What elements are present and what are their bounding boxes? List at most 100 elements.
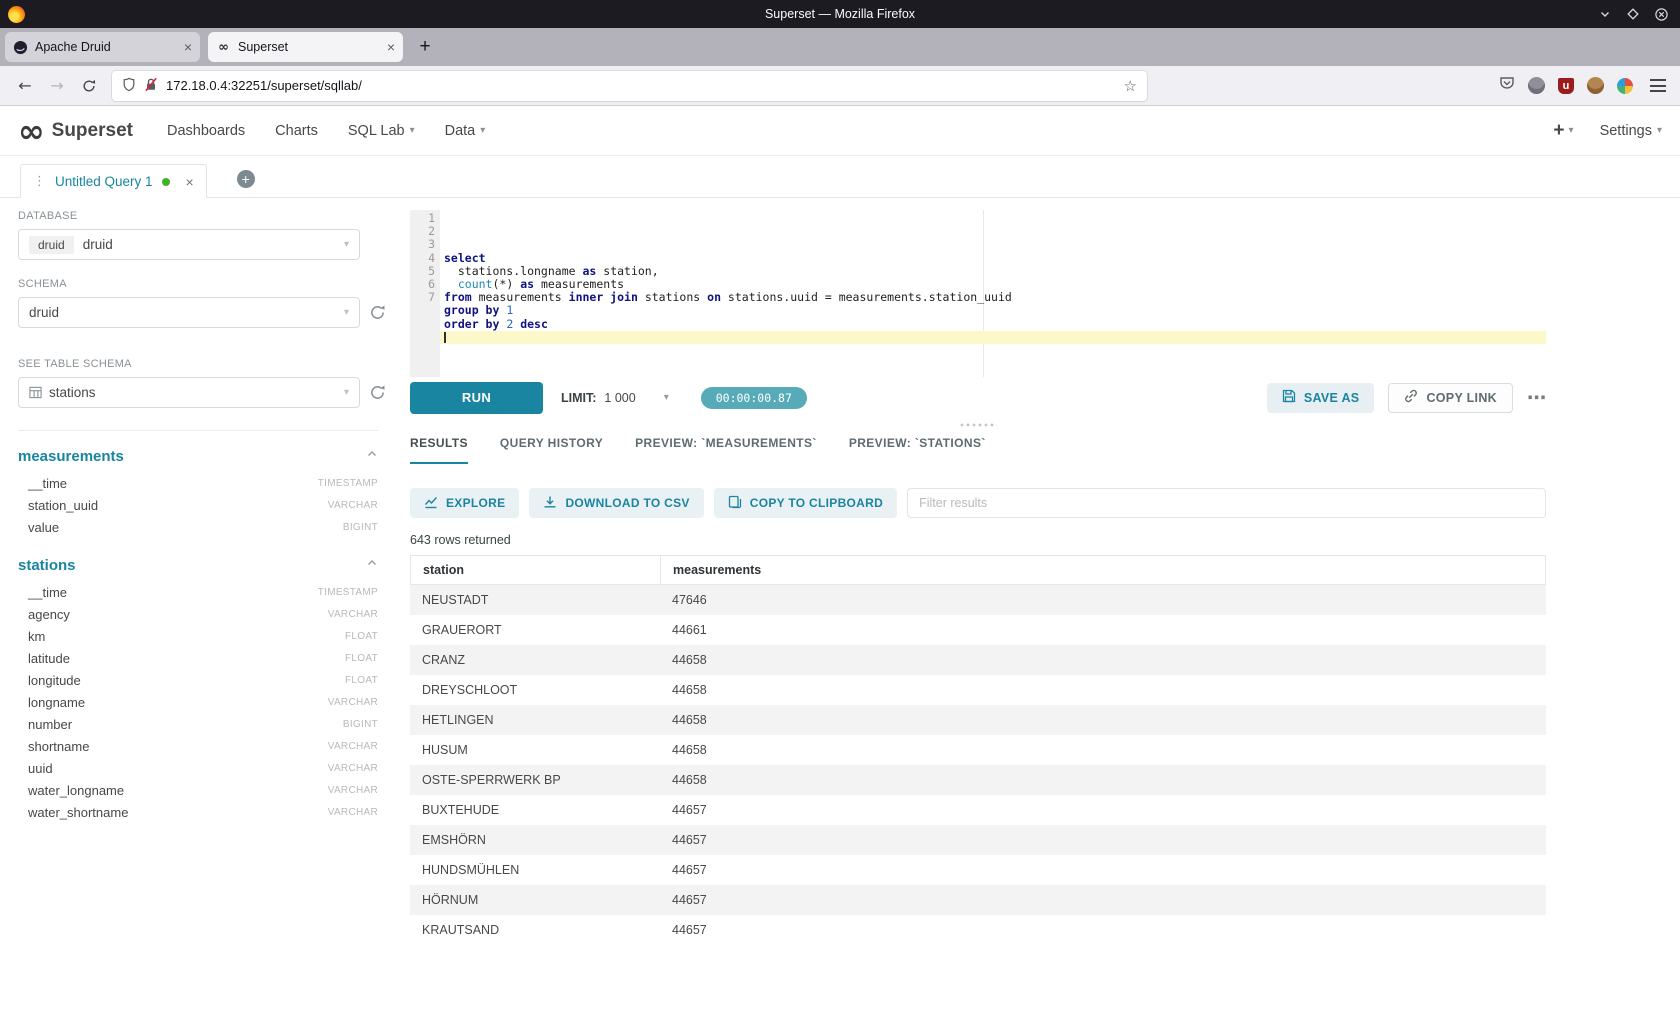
copy-link-button[interactable]: COPY LINK [1388,383,1513,413]
refresh-schema-icon[interactable] [369,304,386,321]
limit-value[interactable]: 1 000 [604,391,635,405]
explore-button[interactable]: EXPLORE [410,488,519,518]
results-tab[interactable]: PREVIEW: `MEASUREMENTS` [635,436,817,464]
table-select[interactable]: stations ▾ [18,377,360,408]
column-header[interactable]: measurements [661,556,1545,584]
brand-name[interactable]: Superset [52,120,133,142]
results-tab[interactable]: RESULTS [410,436,468,464]
table-row[interactable]: HETLINGEN44658 [410,705,1546,735]
query-timer-badge: 00:00:00.87 [701,387,807,409]
results-body: NEUSTADT47646GRAUERORT44661CRANZ44658DRE… [410,585,1546,937]
account-avatar-icon[interactable] [1528,77,1545,94]
sqllab-sidebar: DATABASE druid druid ▾ SCHEMA druid ▾ SE… [18,198,388,1012]
close-tab-icon[interactable]: × [186,174,194,190]
nav-charts[interactable]: Charts [275,123,318,139]
editor-code[interactable]: select stations.longname as station, cou… [440,210,1546,377]
chevron-down-icon[interactable]: ▾ [664,392,669,403]
database-select[interactable]: druid druid ▾ [18,229,360,260]
table-cell: HÖRNUM [410,893,660,907]
tab-close-icon[interactable]: × [387,40,395,54]
code-line[interactable]: group by 1 [444,304,1546,317]
ublock-extension-icon[interactable]: u [1558,78,1574,94]
editor-toolbar: RUN LIMIT: 1 000 ▾ 00:00:00.87 SAVE AS C… [410,381,1546,414]
window-minimize-icon[interactable] [1599,8,1611,20]
tracking-shield-icon[interactable] [122,77,136,95]
editor-gutter: 1234567 [410,210,440,377]
table-row[interactable]: NEUSTADT47646 [410,585,1546,615]
window-close-icon[interactable] [1655,8,1668,21]
nav-data[interactable]: Data▾ [445,123,486,139]
table-cell: 44658 [660,653,1546,667]
tab-close-icon[interactable]: × [184,40,192,54]
table-row[interactable]: EMSHÖRN44657 [410,825,1546,855]
window-maximize-icon[interactable] [1627,8,1639,20]
query-tab-label: Untitled Query 1 [55,174,153,189]
druid-favicon [13,40,28,55]
menu-icon[interactable] [1650,79,1666,92]
column-type: VARCHAR [328,741,378,752]
superset-logo-icon[interactable]: ∞ [18,115,45,147]
url-text[interactable]: 172.18.0.4:32251/superset/sqllab/ [166,78,1116,93]
table-name: stations [18,557,76,574]
nav-dashboards[interactable]: Dashboards [167,123,245,139]
chevron-up-icon[interactable] [366,556,378,574]
table-row[interactable]: DREYSCHLOOT44658 [410,675,1546,705]
table-row[interactable]: KRAUTSAND44657 [410,915,1546,937]
new-tab-button[interactable]: + [411,33,439,61]
pane-splitter[interactable] [410,414,1546,436]
reload-button[interactable] [74,71,104,101]
database-label: DATABASE [18,210,388,222]
refresh-tables-icon[interactable] [369,384,386,401]
browser-tab[interactable]: Apache Druid× [5,32,200,62]
results-tab[interactable]: PREVIEW: `STATIONS` [849,436,986,464]
column-name: water_shortname [28,805,128,820]
profile-avatar-icon[interactable] [1587,77,1604,94]
code-line[interactable] [440,331,1546,344]
table-row[interactable]: HÖRNUM44657 [410,885,1546,915]
insecure-lock-icon[interactable] [144,77,158,95]
nav-sql-lab[interactable]: SQL Lab▾ [348,123,415,139]
column-name: uuid [28,761,53,776]
schema-select[interactable]: druid ▾ [18,297,360,328]
plus-icon: + [1553,120,1564,142]
add-query-tab-button[interactable]: + [237,170,255,188]
table-row[interactable]: GRAUERORT44661 [410,615,1546,645]
column-list: __timeTIMESTAMPagencyVARCHARkmFLOATlatit… [18,581,378,823]
url-bar[interactable]: 172.18.0.4:32251/superset/sqllab/ ☆ [112,71,1147,101]
save-as-button[interactable]: SAVE AS [1267,383,1375,413]
nav-label: Data [445,123,476,139]
copy-to-clipboard-button[interactable]: COPY TO CLIPBOARD [714,488,897,518]
table-row[interactable]: HUSUM44658 [410,735,1546,765]
sql-editor[interactable]: 1234567 select stations.longname as stat… [410,210,1546,377]
results-tab[interactable]: QUERY HISTORY [500,436,603,464]
new-menu-button[interactable]: + ▾ [1553,120,1573,142]
more-actions-button[interactable]: ⋯ [1527,387,1546,409]
column-row: station_uuidVARCHAR [28,494,378,516]
drag-handle-icon[interactable] [959,423,997,427]
query-tab-untitled-query-1[interactable]: ⋮ Untitled Query 1 × [20,164,207,198]
clipboard-icon [728,495,742,512]
rows-returned-text: 643 rows returned [410,533,1546,547]
column-header[interactable]: station [411,556,661,584]
chevron-up-icon[interactable] [366,447,378,465]
browser-tab[interactable]: ∞Superset× [208,32,403,62]
column-type: TIMESTAMP [318,478,378,489]
pinwheel-extension-icon[interactable] [1617,78,1633,94]
table-section-header[interactable]: stations [18,556,378,574]
back-button[interactable]: ← [10,71,40,101]
table-section-header[interactable]: measurements [18,447,378,465]
table-row[interactable]: BUXTEHUDE44657 [410,795,1546,825]
settings-menu-button[interactable]: Settings ▾ [1600,123,1662,139]
table-cell: DREYSCHLOOT [410,683,660,697]
table-row[interactable]: OSTE-SPERRWERK BP44658 [410,765,1546,795]
code-line[interactable]: order by 2 desc [444,318,1546,331]
bookmark-star-icon[interactable]: ☆ [1124,77,1137,95]
column-type: BIGINT [343,522,378,533]
table-row[interactable]: HUNDSMÜHLEN44657 [410,855,1546,885]
pocket-icon[interactable] [1499,75,1515,96]
table-row[interactable]: CRANZ44658 [410,645,1546,675]
filter-results-input[interactable] [907,488,1546,518]
download-csv-button[interactable]: DOWNLOAD TO CSV [529,488,703,518]
run-button[interactable]: RUN [410,382,543,414]
code-line[interactable]: from measurements inner join stations on… [444,291,1546,304]
